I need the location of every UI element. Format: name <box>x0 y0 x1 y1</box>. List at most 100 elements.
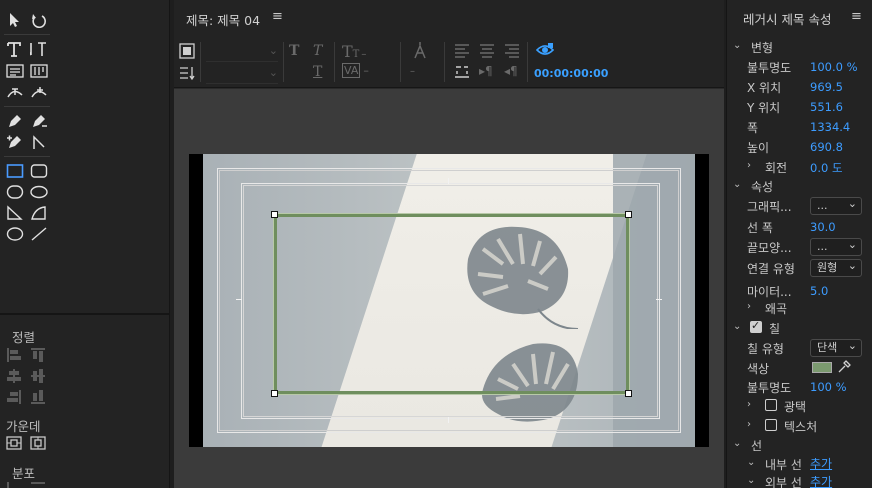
vertical-area-type-tool-icon[interactable] <box>30 63 48 79</box>
center-tick-right <box>656 299 662 300</box>
selection-tool-icon[interactable] <box>6 12 24 28</box>
resize-handle-bottom-left[interactable] <box>271 390 278 397</box>
center-horizontally-icon[interactable] <box>6 435 22 451</box>
legacy-title-editor: 정렬 가운데 분포 제목: 제목 04 ≡ ⌄ ⌄ T T T TT – VA … <box>0 0 872 488</box>
underline-icon[interactable]: T <box>313 64 322 80</box>
y-position-value[interactable]: 551.6 <box>810 100 843 114</box>
title-designer-panel: 제목: 제목 04 ≡ ⌄ ⌄ T T T TT – VA – – ▸¶ ◂¶ … <box>174 0 724 488</box>
x-position-value[interactable]: 969.5 <box>810 80 843 94</box>
chevron-down-icon: ⌄ <box>733 438 742 449</box>
panel-menu-icon[interactable]: ≡ <box>272 9 283 24</box>
title-name: 제목: 제목 04 <box>186 13 261 28</box>
word-wrap-icon[interactable] <box>454 65 470 83</box>
rounded-corner-rectangle-tool-icon[interactable] <box>30 184 48 200</box>
transform-section-header[interactable]: ⌄ 변형 <box>727 38 872 58</box>
chevron-down-icon: ⌄ <box>733 179 742 190</box>
delete-anchor-tool-icon[interactable] <box>30 113 48 129</box>
sheen-row[interactable]: › 광택 <box>727 397 872 417</box>
distribute-top-icon[interactable] <box>30 481 46 488</box>
height-value[interactable]: 690.8 <box>810 140 843 154</box>
kerning-icon[interactable]: VA – <box>342 63 369 78</box>
leading-icon[interactable] <box>412 41 428 63</box>
width-value[interactable]: 1334.4 <box>810 120 850 134</box>
title-header: 제목: 제목 04 ≡ <box>174 0 724 36</box>
roll-crawl-options-icon[interactable] <box>179 43 195 63</box>
fill-section-header[interactable]: ⌄ 칠 <box>727 319 872 339</box>
eyedropper-icon[interactable] <box>837 360 851 377</box>
sheen-checkbox[interactable] <box>765 399 777 411</box>
align-vertical-center-icon[interactable] <box>30 368 46 384</box>
vertical-path-type-tool-icon[interactable] <box>30 85 48 101</box>
texture-row[interactable]: › 텍스처 <box>727 417 872 437</box>
resize-handle-top-left[interactable] <box>271 211 278 218</box>
convert-anchor-tool-icon[interactable] <box>30 134 48 150</box>
rounded-rectangle-tool-icon[interactable] <box>30 163 48 179</box>
tab-stops-icon[interactable] <box>179 66 195 84</box>
baseline-shift-value[interactable]: – <box>410 66 415 77</box>
font-family-dropdown[interactable]: ⌄ <box>206 44 278 62</box>
opacity-value[interactable]: 100.0 % <box>810 60 858 74</box>
cap-type-dropdown[interactable]: ... <box>810 237 862 256</box>
rotation-value[interactable]: 0.0 도 <box>810 160 843 176</box>
fill-opacity-value[interactable]: 100 % <box>810 380 847 394</box>
width-row: 폭 1334.4 <box>747 120 851 135</box>
area-type-tool-icon[interactable] <box>6 63 24 79</box>
properties-panel: 레거시 제목 속성 ≡ ⌄ 변형 불투명도 100.0 % X 위치 969.5… <box>726 0 872 488</box>
strokes-section-header[interactable]: ⌄ 선 <box>727 436 872 456</box>
fill-color-swatch[interactable] <box>812 362 832 373</box>
wedge-tool-icon[interactable] <box>6 205 24 221</box>
graphic-type-dropdown[interactable]: ... <box>810 196 862 215</box>
bold-icon[interactable]: T <box>289 43 299 59</box>
path-type-tool-icon[interactable] <box>6 85 24 101</box>
show-background-video-icon[interactable] <box>535 42 555 62</box>
title-viewer[interactable] <box>174 89 724 488</box>
font-style-dropdown[interactable]: ⌄ <box>206 66 278 84</box>
align-top-icon[interactable] <box>30 347 46 363</box>
distribute-section-label: 분포 <box>12 466 36 481</box>
rectangle-tool-icon[interactable] <box>6 163 24 179</box>
align-left-icon[interactable] <box>6 347 22 363</box>
type-tool-icon[interactable] <box>6 41 24 57</box>
properties-section-header[interactable]: ⌄ 속성 <box>727 177 872 197</box>
fill-type-dropdown[interactable]: 단색 <box>810 338 862 357</box>
line-width-value[interactable]: 30.0 <box>810 220 836 234</box>
pen-tool-icon[interactable] <box>6 113 24 129</box>
add-inner-stroke-link[interactable]: 추가 <box>810 455 832 472</box>
arc-tool-icon[interactable] <box>30 205 48 221</box>
align-bottom-icon[interactable] <box>30 389 46 405</box>
join-type-dropdown[interactable]: 원형 <box>810 258 862 277</box>
play-tab-icon[interactable]: ▸¶ <box>479 64 493 78</box>
chevron-right-icon: › <box>747 301 751 312</box>
center-vertically-icon[interactable] <box>30 435 46 451</box>
properties-title: 레거시 제목 속성 <box>743 12 832 27</box>
return-tab-icon[interactable]: ◂¶ <box>504 64 518 78</box>
rectangle-shape[interactable] <box>273 213 630 395</box>
properties-menu-icon[interactable]: ≡ <box>851 9 862 24</box>
resize-handle-top-right[interactable] <box>625 211 632 218</box>
title-toolbar: ⌄ ⌄ T T T TT – VA – – ▸¶ ◂¶ 00:00:00:00 <box>174 36 724 88</box>
align-horizontal-center-icon[interactable] <box>6 368 22 384</box>
align-left-text-icon[interactable] <box>454 44 470 62</box>
align-center-text-icon[interactable] <box>479 44 495 62</box>
rotation-row[interactable]: › 회전 0.0 도 <box>727 158 872 178</box>
vertical-type-tool-icon[interactable] <box>30 41 48 57</box>
timecode-display[interactable]: 00:00:00:00 <box>534 67 608 80</box>
distort-row[interactable]: › 왜곡 <box>727 299 872 319</box>
distribute-left-icon[interactable] <box>6 481 22 488</box>
fill-type-row: 칠 유형 단색 <box>727 338 872 359</box>
line-tool-icon[interactable] <box>30 226 48 242</box>
resize-handle-bottom-right[interactable] <box>625 390 632 397</box>
align-right-text-icon[interactable] <box>504 44 520 62</box>
align-right-icon[interactable] <box>6 389 22 405</box>
add-outer-stroke-link[interactable]: 추가 <box>810 473 832 488</box>
ellipse-tool-icon[interactable] <box>6 226 24 242</box>
clipped-corner-rectangle-tool-icon[interactable] <box>6 184 24 200</box>
italic-icon[interactable]: T <box>313 43 322 59</box>
texture-checkbox[interactable] <box>765 419 777 431</box>
add-anchor-tool-icon[interactable] <box>6 134 24 150</box>
miter-limit-value[interactable]: 5.0 <box>810 284 828 298</box>
fill-checkbox[interactable] <box>750 319 762 333</box>
font-size-icon[interactable]: TT – <box>342 42 366 61</box>
chevron-down-icon: ⌄ <box>747 475 756 486</box>
rotation-tool-icon[interactable] <box>30 12 48 28</box>
